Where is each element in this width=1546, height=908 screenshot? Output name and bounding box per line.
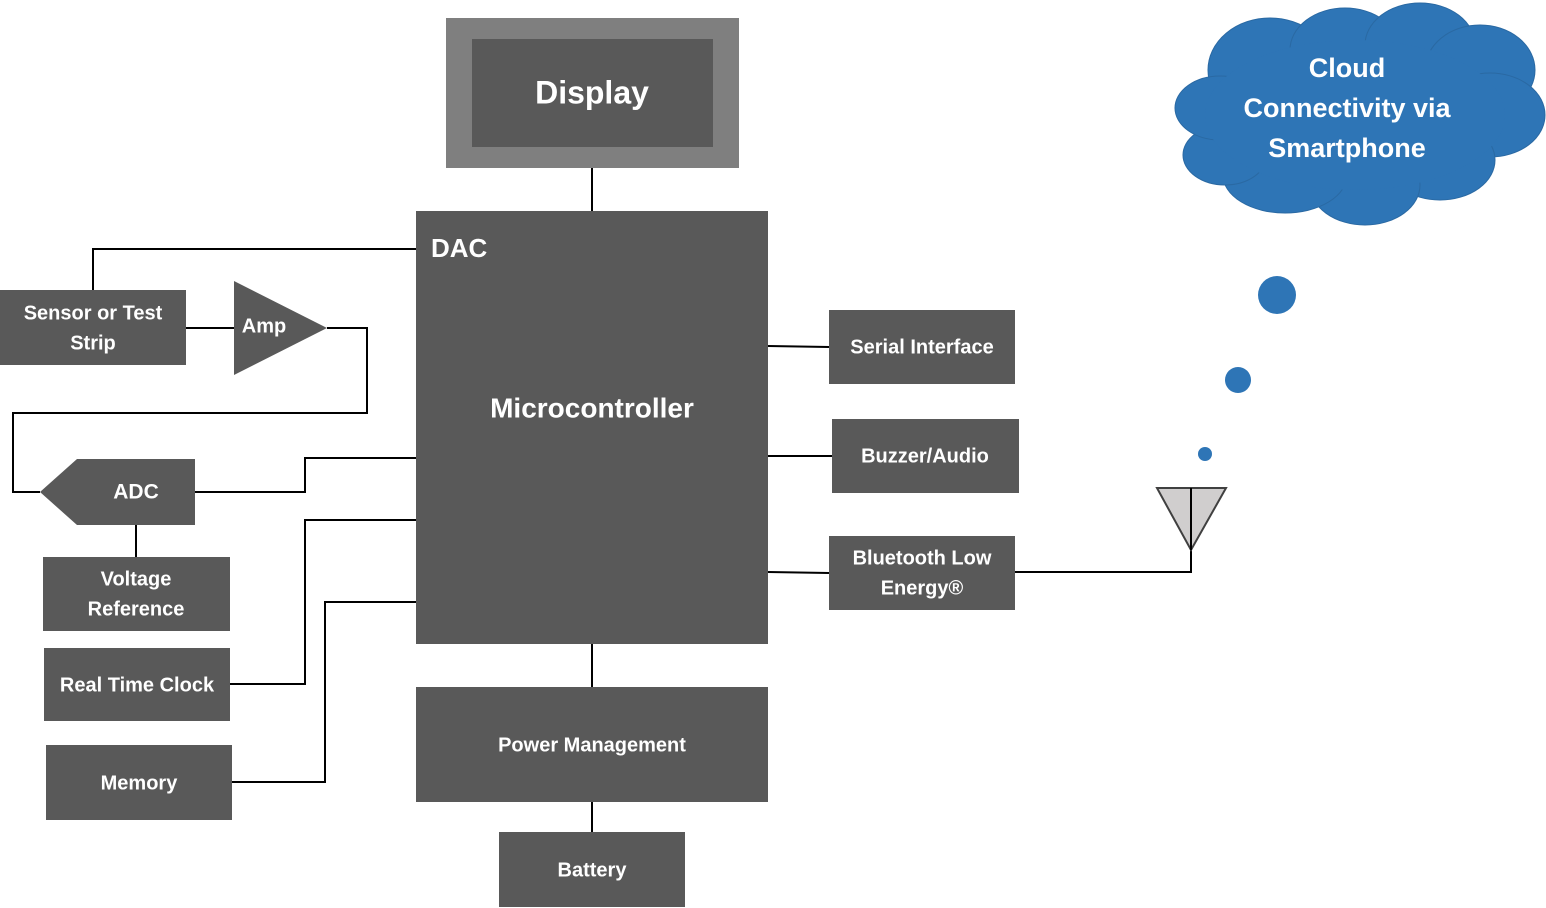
- voltage-label-1: Voltage: [101, 568, 172, 590]
- sensor-label-1: Sensor or Test: [24, 302, 163, 324]
- cloud-label-3: Smartphone: [1268, 133, 1426, 163]
- cloud-label-2: Connectivity via: [1243, 93, 1451, 123]
- buzzer-label: Buzzer/Audio: [861, 445, 989, 467]
- rtc-block: Real Time Clock: [44, 648, 230, 721]
- memory-block: Memory: [46, 745, 232, 820]
- rtc-label: Real Time Clock: [60, 674, 215, 696]
- block-diagram: Display DAC Microcontroller Sensor or Te…: [0, 2, 1546, 907]
- cloud-label-1: Cloud: [1309, 53, 1385, 83]
- buzzer-block: Buzzer/Audio: [832, 419, 1019, 493]
- antenna-icon: [1155, 487, 1228, 553]
- display-label: Display: [535, 74, 649, 110]
- battery-block: Battery: [499, 832, 685, 907]
- dac-label: DAC: [431, 233, 488, 263]
- sensor-block: Sensor or Test Strip: [0, 290, 186, 365]
- cloud-icon: Cloud Connectivity via Smartphone: [1174, 2, 1546, 226]
- sensor-label-2: Strip: [70, 332, 116, 354]
- serial-label: Serial Interface: [850, 336, 993, 358]
- voltage-reference-block: Voltage Reference: [43, 557, 230, 631]
- adc-block: ADC: [40, 459, 195, 525]
- power-label: Power Management: [498, 734, 686, 756]
- serial-block: Serial Interface: [829, 310, 1015, 384]
- power-block: Power Management: [416, 687, 768, 802]
- ble-block: Bluetooth Low Energy®: [829, 536, 1015, 610]
- thought-bubbles: [1198, 276, 1296, 461]
- adc-label: ADC: [113, 481, 159, 504]
- battery-label: Battery: [558, 859, 628, 881]
- amp-block: Amp: [234, 281, 327, 375]
- microcontroller-block: DAC Microcontroller: [416, 211, 768, 644]
- amp-label: Amp: [242, 315, 286, 337]
- voltage-label-2: Reference: [88, 598, 185, 620]
- ble-label-2: Energy®: [881, 577, 964, 599]
- display-block: Display: [446, 18, 739, 168]
- ble-label-1: Bluetooth Low: [853, 547, 992, 569]
- memory-label: Memory: [101, 772, 179, 794]
- microcontroller-label: Microcontroller: [490, 392, 694, 423]
